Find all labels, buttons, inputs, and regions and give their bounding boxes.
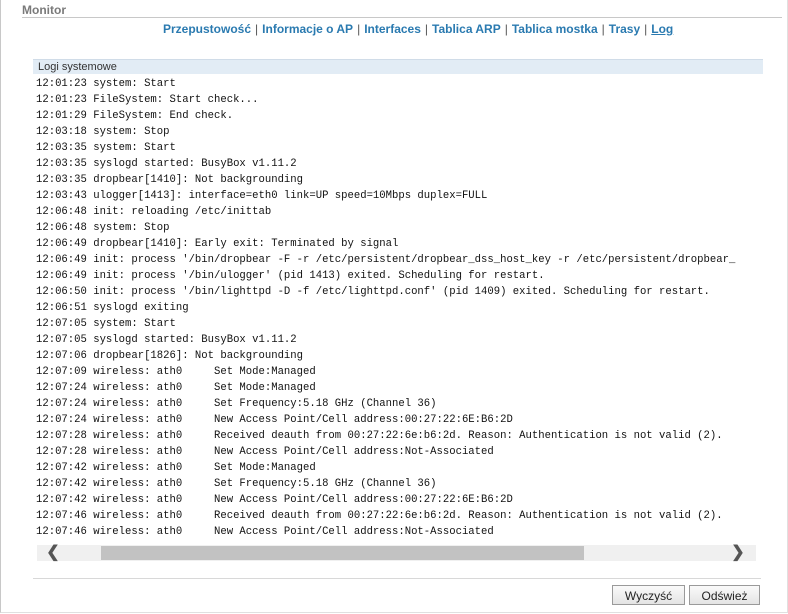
log-line: 12:03:35 system: Start <box>36 142 176 154</box>
log-line: 12:03:35 dropbear[1410]: Not backgroundi… <box>36 174 304 186</box>
system-log-textarea[interactable]: 12:01:23 system: Start 12:01:23 FileSyste… <box>33 76 758 544</box>
log-line: 12:07:46 wireless: ath0 New Access Point… <box>36 526 494 538</box>
clear-button[interactable]: Wyczyść <box>612 585 685 605</box>
log-line: 12:07:24 wireless: ath0 New Access Point… <box>36 414 513 426</box>
scroll-left-icon[interactable]: ❮ <box>41 545 65 561</box>
nav-link-log[interactable]: Log <box>651 22 673 36</box>
log-line: 12:03:43 ulogger[1413]: interface=eth0 l… <box>36 190 488 202</box>
log-line: 12:07:42 wireless: ath0 Set Frequency:5.… <box>36 478 437 490</box>
log-line: 12:06:49 init: process '/bin/ulogger' (p… <box>36 270 545 282</box>
nav-separator: | <box>644 22 648 36</box>
header-divider <box>22 17 782 18</box>
footer-divider <box>33 578 761 579</box>
log-line: 12:07:28 wireless: ath0 Received deauth … <box>36 430 723 442</box>
log-line: 12:06:48 init: reloading /etc/inittab <box>36 206 272 218</box>
log-section-title: Logi systemowe <box>33 59 763 74</box>
log-line: 12:07:24 wireless: ath0 Set Mode:Managed <box>36 382 316 394</box>
nav-link-bandwidth[interactable]: Przepustowość <box>163 22 251 36</box>
log-line: 12:01:29 FileSystem: End check. <box>36 110 234 122</box>
scroll-right-icon[interactable]: ❯ <box>726 545 750 561</box>
log-line: 12:07:09 wireless: ath0 Set Mode:Managed <box>36 366 316 378</box>
log-line: 12:07:06 dropbear[1826]: Not backgroundi… <box>36 350 304 362</box>
nav-separator: | <box>424 22 429 36</box>
scrollbar-thumb[interactable] <box>101 546 584 560</box>
log-line: 12:06:49 dropbear[1410]: Early exit: Ter… <box>36 238 399 250</box>
nav-separator: | <box>504 22 508 36</box>
log-line: 12:01:23 system: Start <box>36 78 176 90</box>
log-line: 12:06:49 init: process '/bin/dropbear -F… <box>36 254 736 266</box>
nav-link-interfaces[interactable]: Interfaces <box>364 22 421 36</box>
nav-link-routes[interactable]: Trasy <box>609 22 640 36</box>
log-line: 12:07:42 wireless: ath0 New Access Point… <box>36 494 513 506</box>
log-line: 12:03:18 system: Stop <box>36 126 170 138</box>
log-line: 12:07:42 wireless: ath0 Set Mode:Managed <box>36 462 316 474</box>
page-title: Monitor <box>22 3 66 17</box>
log-line: 12:07:24 wireless: ath0 Set Frequency:5.… <box>36 398 437 410</box>
log-line: 12:06:50 init: process '/bin/lighttpd -D… <box>36 286 710 298</box>
log-line: 12:07:46 wireless: ath0 Received deauth … <box>36 510 723 522</box>
nav-link-arp-table[interactable]: Tablica ARP <box>432 22 501 36</box>
nav-separator: | <box>601 22 605 36</box>
log-line: 12:06:48 system: Stop <box>36 222 170 234</box>
nav-link-bridge-table[interactable]: Tablica mostka <box>512 22 598 36</box>
log-line: 12:07:05 syslogd started: BusyBox v1.11.… <box>36 334 297 346</box>
log-line: 12:07:28 wireless: ath0 New Access Point… <box>36 446 494 458</box>
nav-separator: | <box>255 22 259 36</box>
horizontal-scrollbar[interactable]: ❮ ❯ <box>37 545 756 561</box>
log-line: 12:01:23 FileSystem: Start check... <box>36 94 259 106</box>
log-line: 12:07:05 system: Start <box>36 318 176 330</box>
nav-link-ap-info[interactable]: Informacje o AP <box>262 22 353 36</box>
nav-separator: | <box>357 22 361 36</box>
log-line: 12:03:35 syslogd started: BusyBox v1.11.… <box>36 158 297 170</box>
log-line: 12:06:51 syslogd exiting <box>36 302 189 314</box>
monitor-nav: Przepustowość | Informacje o AP | Interfaces… <box>163 22 673 36</box>
refresh-button[interactable]: Odśwież <box>689 585 760 605</box>
